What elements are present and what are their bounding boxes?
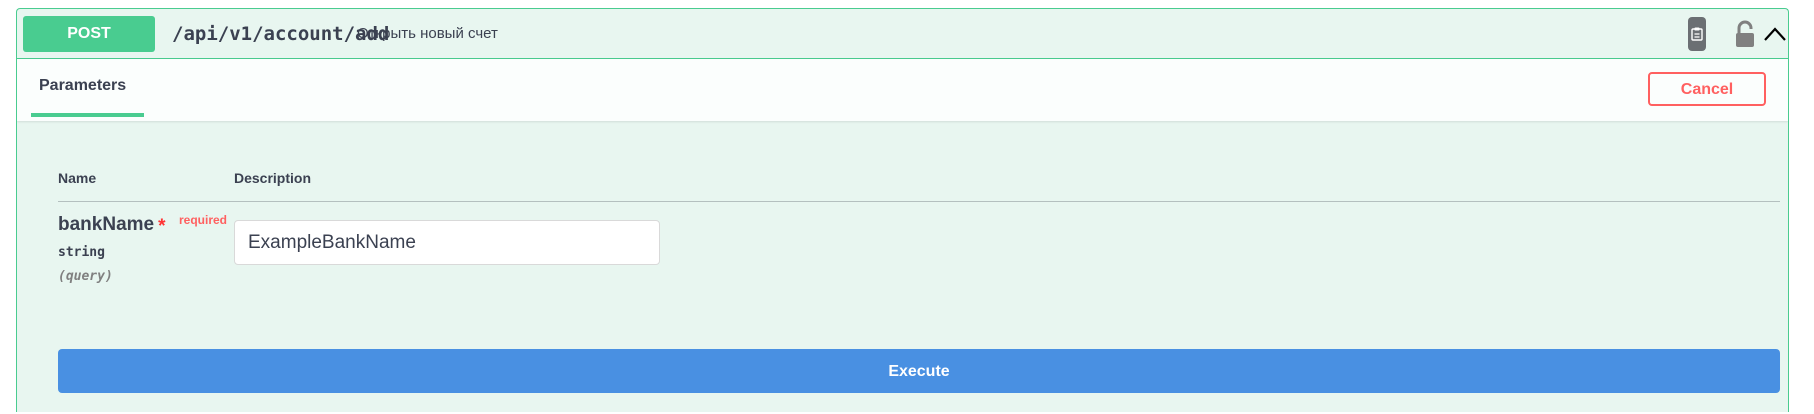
parameter-location: (query)	[58, 269, 113, 284]
http-method-badge: POST	[23, 16, 155, 52]
column-header-description: Description	[234, 170, 312, 186]
copy-to-clipboard-icon	[1691, 27, 1703, 41]
operation-block-post-account-add: POST /api/v1/account/add Открыть новый с…	[16, 8, 1789, 412]
lock-icon	[1736, 20, 1754, 47]
copy-to-clipboard-button[interactable]	[1688, 17, 1706, 51]
column-header-name: Name	[58, 170, 97, 186]
table-header-divider	[58, 201, 1780, 202]
operation-summary[interactable]: POST /api/v1/account/add Открыть новый с…	[17, 9, 1788, 59]
parameter-name-text: bankName	[58, 214, 155, 235]
bank-name-input[interactable]	[234, 220, 660, 265]
chevron-up-icon	[1764, 27, 1786, 41]
parameters-section-header: Parameters Cancel	[17, 59, 1788, 121]
endpoint-description: Открыть новый счет	[357, 25, 498, 42]
parameter-name: bankName *	[58, 214, 166, 237]
execute-button[interactable]: Execute	[58, 349, 1780, 393]
cancel-button[interactable]: Cancel	[1648, 72, 1766, 106]
authorize-lock-button[interactable]	[1733, 19, 1757, 49]
parameter-type: string	[58, 245, 105, 260]
required-star: *	[158, 216, 166, 237]
active-tab-indicator	[31, 113, 144, 117]
tab-parameters-label: Parameters	[39, 77, 127, 94]
required-label: required	[179, 213, 228, 227]
tab-parameters[interactable]: Parameters	[31, 59, 144, 121]
collapse-operation-button[interactable]	[1761, 21, 1788, 47]
